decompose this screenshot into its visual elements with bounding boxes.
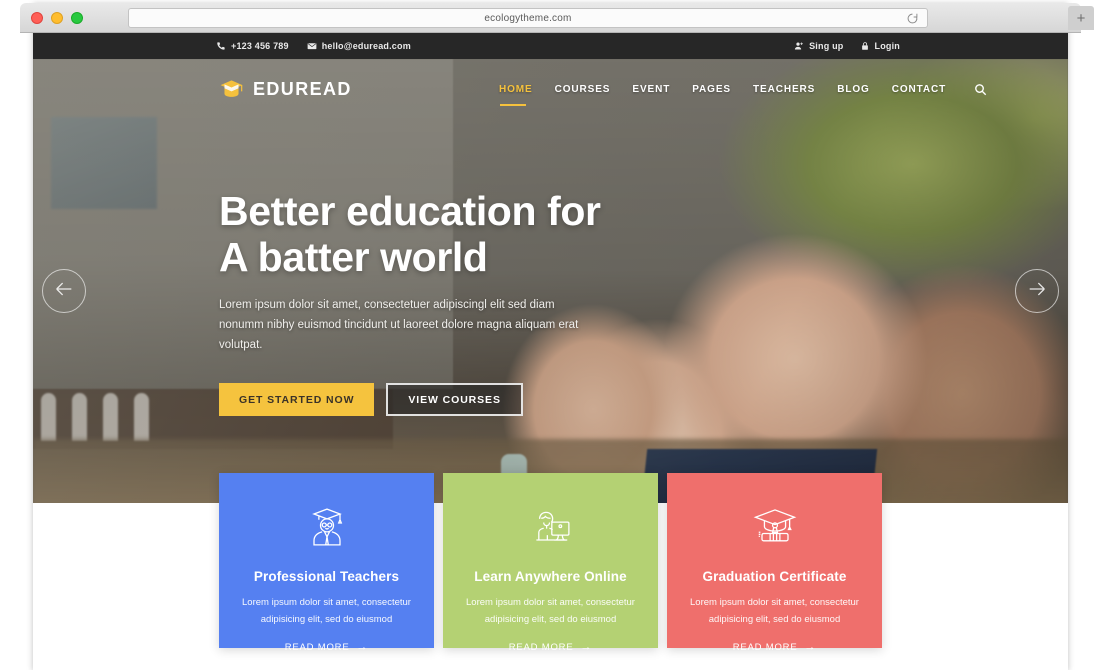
- carousel-next-button[interactable]: [1015, 269, 1059, 313]
- arrow-right-icon: →: [356, 641, 369, 654]
- phone-number: +123 456 789: [231, 41, 289, 51]
- card-title: Learn Anywhere Online: [474, 569, 627, 584]
- arrow-right-icon: →: [580, 641, 593, 654]
- search-icon[interactable]: [974, 83, 987, 96]
- feature-card-professional-teachers[interactable]: Professional Teachers Lorem ipsum dolor …: [219, 473, 434, 653]
- phone-icon: [216, 41, 226, 51]
- nav-item-blog[interactable]: BLOG: [837, 84, 870, 95]
- professor-icon: [241, 499, 412, 555]
- get-started-button[interactable]: GET STARTED NOW: [219, 383, 375, 417]
- browser-window: ecologytheme.com + +123 456 789 hello@ed…: [20, 3, 1094, 670]
- hero-cta-group: GET STARTED NOW VIEW COURSES: [219, 383, 639, 417]
- card-description: Lorem ipsum dolor sit amet, consectetur …: [466, 597, 635, 625]
- signup-label: Sing up: [809, 41, 844, 51]
- graduation-cap-icon: [219, 78, 244, 100]
- site-header: EDUREAD HOME COURSES EVENT PAGES TEACHER…: [33, 59, 1068, 119]
- view-courses-button[interactable]: VIEW COURSES: [386, 383, 523, 417]
- main-navigation: HOME COURSES EVENT PAGES TEACHERS BLOG C…: [499, 83, 987, 106]
- topbar-contact-group: +123 456 789 hello@eduread.com: [216, 41, 411, 51]
- read-more-label: READ MORE: [508, 641, 574, 653]
- page-viewport: +123 456 789 hello@eduread.com Sing up L…: [33, 33, 1068, 670]
- feature-card-graduation-certificate[interactable]: Graduation Certificate Lorem ipsum dolor…: [667, 473, 882, 653]
- login-label: Login: [874, 41, 900, 51]
- arrow-right-icon: [1026, 278, 1048, 305]
- traffic-lights: [31, 12, 83, 24]
- envelope-icon: [307, 41, 317, 51]
- read-more-label: READ MORE: [284, 641, 350, 653]
- nav-item-home[interactable]: HOME: [499, 84, 533, 106]
- read-more-label: READ MORE: [732, 641, 798, 653]
- user-add-icon: [794, 41, 804, 51]
- nav-item-pages[interactable]: PAGES: [692, 84, 731, 95]
- lock-icon: [860, 41, 870, 51]
- person-computer-icon: [465, 499, 636, 555]
- logo-text: EDUREAD: [253, 78, 352, 99]
- minimize-window-button[interactable]: [51, 12, 63, 24]
- arrow-left-icon: [53, 278, 75, 305]
- read-more-link[interactable]: READ MORE →: [689, 641, 860, 653]
- hero-title-line-1: Better education for: [219, 188, 601, 234]
- browser-chrome-bar: ecologytheme.com +: [20, 3, 1094, 33]
- site-logo[interactable]: EDUREAD: [219, 78, 352, 100]
- card-title: Professional Teachers: [253, 569, 400, 584]
- address-bar[interactable]: ecologytheme.com: [128, 8, 928, 28]
- read-more-link[interactable]: READ MORE →: [465, 641, 636, 653]
- nav-item-teachers[interactable]: TEACHERS: [753, 84, 815, 95]
- card-title: Graduation Certificate: [702, 569, 847, 584]
- nav-item-contact[interactable]: CONTACT: [892, 84, 946, 95]
- email-address: hello@eduread.com: [321, 41, 411, 51]
- certificate-cap-icon: [689, 499, 860, 555]
- reload-icon[interactable]: [906, 12, 919, 25]
- card-description: Lorem ipsum dolor sit amet, consectetur …: [690, 597, 859, 625]
- phone-contact[interactable]: +123 456 789: [216, 41, 289, 51]
- close-window-button[interactable]: [31, 12, 43, 24]
- new-tab-button[interactable]: +: [1068, 6, 1094, 30]
- hero-title: Better education for A batter world: [219, 188, 639, 281]
- nav-item-courses[interactable]: COURSES: [555, 84, 611, 95]
- card-description: Lorem ipsum dolor sit amet, consectetur …: [242, 597, 411, 625]
- feature-cards: Professional Teachers Lorem ipsum dolor …: [219, 473, 882, 653]
- arrow-right-icon: →: [804, 641, 817, 654]
- hero-description: Lorem ipsum dolor sit amet, consectetuer…: [219, 298, 579, 352]
- email-contact[interactable]: hello@eduread.com: [307, 41, 411, 51]
- nav-item-event[interactable]: EVENT: [632, 84, 670, 95]
- feature-card-learn-anywhere-online[interactable]: Learn Anywhere Online Lorem ipsum dolor …: [443, 473, 658, 653]
- login-link[interactable]: Login: [860, 41, 901, 51]
- hero-title-line-2: A batter world: [219, 233, 488, 280]
- read-more-link[interactable]: READ MORE →: [241, 641, 412, 653]
- topbar-account-group: Sing up Login: [794, 41, 900, 51]
- utility-topbar: +123 456 789 hello@eduread.com Sing up L…: [33, 33, 1068, 59]
- url-text: ecologytheme.com: [484, 12, 572, 24]
- carousel-prev-button[interactable]: [42, 269, 86, 313]
- zoom-window-button[interactable]: [71, 12, 83, 24]
- hero-slider: EDUREAD HOME COURSES EVENT PAGES TEACHER…: [33, 59, 1068, 529]
- hero-content: Better education for A batter world Lore…: [219, 188, 639, 417]
- signup-link[interactable]: Sing up: [794, 41, 843, 51]
